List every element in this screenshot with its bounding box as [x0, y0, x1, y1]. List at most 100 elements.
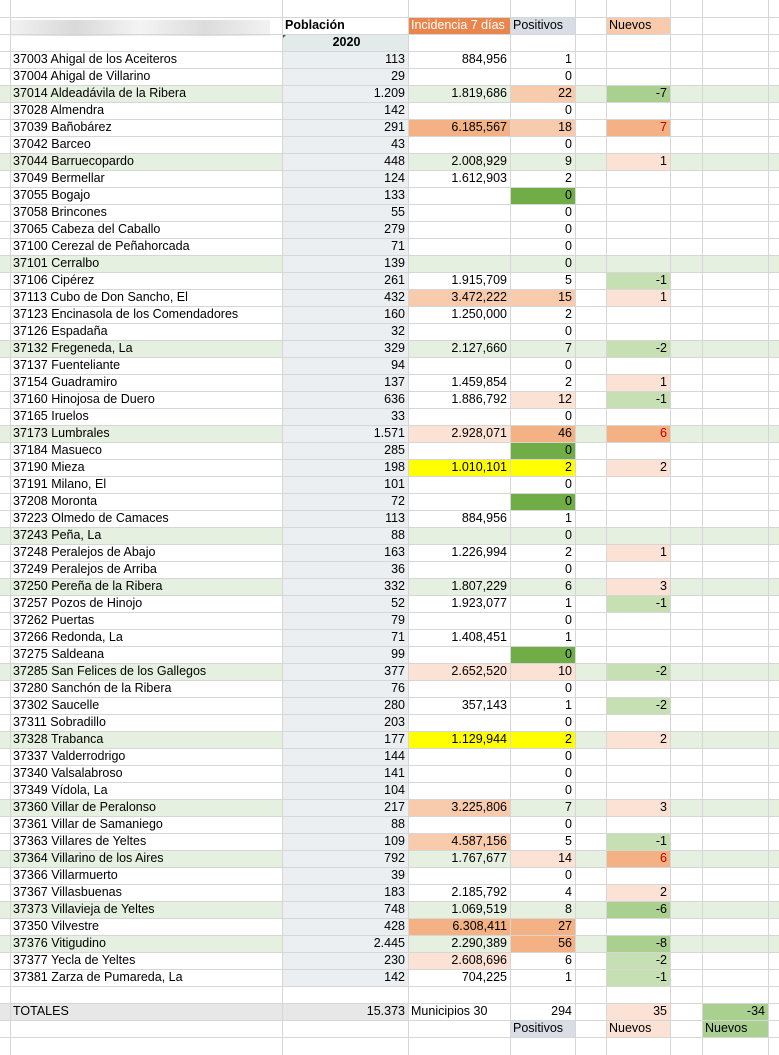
population-cell[interactable]: 113	[282, 510, 408, 527]
incidence-cell[interactable]	[408, 238, 510, 255]
municipality-cell[interactable]: 37373 Villavieja de Yeltes	[10, 901, 282, 918]
population-cell[interactable]: 101	[282, 476, 408, 493]
incidence-cell[interactable]: 2.008,929	[408, 153, 510, 170]
positivos-cell[interactable]: 6	[510, 578, 575, 595]
positivos-cell[interactable]: 14	[510, 850, 575, 867]
incidence-cell[interactable]	[408, 442, 510, 459]
population-cell[interactable]: 163	[282, 544, 408, 561]
incidence-cell[interactable]	[408, 476, 510, 493]
municipality-cell[interactable]: 37377 Yecla de Yeltes	[10, 952, 282, 969]
positivos-cell[interactable]: 0	[510, 680, 575, 697]
positivos-cell[interactable]: 2	[510, 544, 575, 561]
incidence-cell[interactable]: 6.308,411	[408, 918, 510, 935]
population-cell[interactable]: 1.209	[282, 85, 408, 102]
incidence-cell[interactable]	[408, 765, 510, 782]
nuevos-cell[interactable]: -1	[606, 969, 670, 986]
municipality-cell[interactable]: 37223 Olmedo de Camaces	[10, 510, 282, 527]
municipality-cell[interactable]: 37340 Valsalabroso	[10, 765, 282, 782]
incidence-cell[interactable]: 357,143	[408, 697, 510, 714]
municipality-cell[interactable]: 37350 Vilvestre	[10, 918, 282, 935]
municipality-cell[interactable]: 37184 Masueco	[10, 442, 282, 459]
population-cell[interactable]: 71	[282, 629, 408, 646]
nuevos-cell[interactable]: 1	[606, 374, 670, 391]
incidence-cell[interactable]	[408, 357, 510, 374]
municipality-cell[interactable]: 37004 Ahigal de Villarino	[10, 68, 282, 85]
incidence-cell[interactable]	[408, 68, 510, 85]
population-cell[interactable]: 141	[282, 765, 408, 782]
nuevos-cell[interactable]	[606, 816, 670, 833]
municipality-cell[interactable]: 37311 Sobradillo	[10, 714, 282, 731]
incidence-cell[interactable]: 1.612,903	[408, 170, 510, 187]
population-cell[interactable]: 72	[282, 493, 408, 510]
population-cell[interactable]: 198	[282, 459, 408, 476]
incidence-cell[interactable]: 1.069,519	[408, 901, 510, 918]
nuevos-cell[interactable]	[606, 918, 670, 935]
incidence-cell[interactable]: 1.807,229	[408, 578, 510, 595]
nuevos-cell[interactable]	[606, 255, 670, 272]
nuevos-cell[interactable]	[606, 136, 670, 153]
population-cell[interactable]: 144	[282, 748, 408, 765]
population-cell[interactable]: 55	[282, 204, 408, 221]
nuevos-cell[interactable]	[606, 357, 670, 374]
positivos-cell[interactable]: 0	[510, 204, 575, 221]
population-cell[interactable]: 33	[282, 408, 408, 425]
positivos-cell[interactable]: 0	[510, 357, 575, 374]
population-cell[interactable]: 1.571	[282, 425, 408, 442]
incidence-cell[interactable]: 2.127,660	[408, 340, 510, 357]
population-cell[interactable]: 139	[282, 255, 408, 272]
population-cell[interactable]: 177	[282, 731, 408, 748]
population-cell[interactable]: 71	[282, 238, 408, 255]
positivos-cell[interactable]: 46	[510, 425, 575, 442]
municipality-cell[interactable]: 37366 Villarmuerto	[10, 867, 282, 884]
population-cell[interactable]: 52	[282, 595, 408, 612]
nuevos-cell[interactable]	[606, 629, 670, 646]
totals-municipios[interactable]: Municipios 30	[408, 1003, 510, 1020]
population-cell[interactable]: 432	[282, 289, 408, 306]
nuevos-cell[interactable]: -6	[606, 901, 670, 918]
incidence-cell[interactable]: 1.129,944	[408, 731, 510, 748]
nuevos-cell[interactable]	[606, 714, 670, 731]
nuevos-cell[interactable]	[606, 442, 670, 459]
municipality-cell[interactable]: 37058 Brincones	[10, 204, 282, 221]
nuevos-cell[interactable]	[606, 102, 670, 119]
nuevos-cell[interactable]: -1	[606, 833, 670, 850]
population-cell[interactable]: 32	[282, 323, 408, 340]
municipality-cell[interactable]: 37173 Lumbrales	[10, 425, 282, 442]
municipality-cell[interactable]: 37132 Fregeneda, La	[10, 340, 282, 357]
municipality-cell[interactable]: 37349 Vídola, La	[10, 782, 282, 799]
nuevos-cell[interactable]: -1	[606, 272, 670, 289]
nuevos-cell[interactable]	[606, 765, 670, 782]
nuevos-cell[interactable]: -2	[606, 340, 670, 357]
population-cell[interactable]: 137	[282, 374, 408, 391]
municipality-cell[interactable]: 37113 Cubo de Don Sancho, El	[10, 289, 282, 306]
population-cell[interactable]: 285	[282, 442, 408, 459]
positivos-cell[interactable]: 0	[510, 612, 575, 629]
incidence-cell[interactable]: 1.915,709	[408, 272, 510, 289]
nuevos-cell[interactable]	[606, 221, 670, 238]
municipality-cell[interactable]: 37003 Ahigal de los Aceiteros	[10, 51, 282, 68]
positivos-cell[interactable]: 56	[510, 935, 575, 952]
incidence-cell[interactable]: 1.886,792	[408, 391, 510, 408]
incidence-cell[interactable]	[408, 646, 510, 663]
municipality-cell[interactable]: 37137 Fuenteliante	[10, 357, 282, 374]
nuevos-cell[interactable]: -8	[606, 935, 670, 952]
positivos-cell[interactable]: 1	[510, 51, 575, 68]
population-cell[interactable]: 29	[282, 68, 408, 85]
nuevos-cell[interactable]	[606, 408, 670, 425]
nuevos-cell[interactable]	[606, 646, 670, 663]
incidence-cell[interactable]	[408, 680, 510, 697]
population-cell[interactable]: 428	[282, 918, 408, 935]
totals-label[interactable]: TOTALES	[10, 1003, 210, 1020]
municipality-cell[interactable]: 37100 Cerezal de Peñahorcada	[10, 238, 282, 255]
nuevos-cell[interactable]: 2	[606, 884, 670, 901]
incidence-cell[interactable]	[408, 612, 510, 629]
incidence-cell[interactable]: 2.185,792	[408, 884, 510, 901]
municipality-cell[interactable]: 37014 Aldeadávila de la Ribera	[10, 85, 282, 102]
nuevos-cell[interactable]	[606, 680, 670, 697]
nuevos-cell[interactable]	[606, 51, 670, 68]
positivos-cell[interactable]: 1	[510, 595, 575, 612]
incidence-cell[interactable]: 1.923,077	[408, 595, 510, 612]
nuevos-cell[interactable]	[606, 238, 670, 255]
nuevos-cell[interactable]: 7	[606, 119, 670, 136]
positivos-cell[interactable]: 22	[510, 85, 575, 102]
